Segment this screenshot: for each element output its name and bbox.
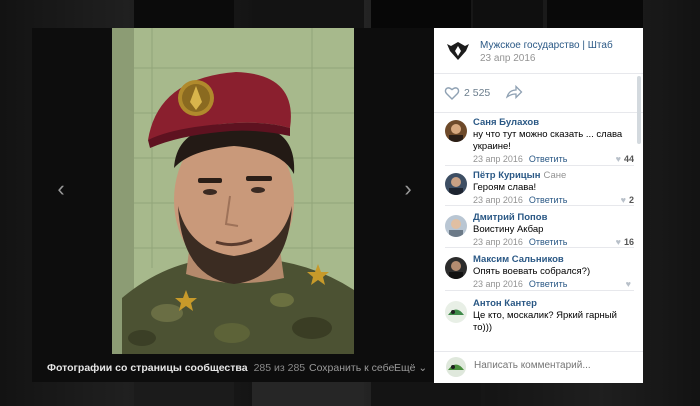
share-icon[interactable] — [505, 84, 523, 100]
comment-author-name[interactable]: Пётр Курицын — [473, 170, 541, 181]
user-photo-icon — [445, 173, 467, 195]
comment-like[interactable]: ♥ — [626, 279, 634, 289]
comment-meta: 23 апр 2016 Ответить — [473, 195, 567, 205]
comment-like-count: 2 — [628, 195, 634, 205]
comment-item: Саня Булахов ну что тут можно сказать ..… — [434, 117, 634, 164]
reply-link[interactable]: Ответить — [529, 195, 567, 205]
comment-divider — [445, 205, 634, 206]
avatar[interactable] — [445, 173, 467, 195]
avatar[interactable] — [445, 120, 467, 142]
photo-footer: Фотографии со страницы сообщества 285 из … — [32, 354, 434, 382]
comment-like[interactable]: ♥ 44 — [616, 154, 634, 164]
comment-like-count: 44 — [623, 154, 634, 164]
comment-date[interactable]: 23 апр 2016 — [473, 279, 523, 289]
comment-text: Це кто, москалик? Яркий гарный то))) — [473, 310, 617, 333]
chevron-right-icon[interactable]: › — [397, 178, 419, 200]
comment-item: Антон Кантер Це кто, москалик? Яркий гар… — [434, 298, 634, 348]
comment-text: ну что тут можно сказать ... слава украи… — [473, 129, 623, 152]
chevron-left-icon[interactable]: ‹ — [50, 178, 72, 200]
avatar[interactable] — [445, 301, 467, 323]
post-date[interactable]: 23 апр 2016 — [480, 53, 535, 64]
comment-meta: 23 апр 2016 Ответить — [473, 237, 567, 247]
comment-author[interactable]: Саня Булахов — [473, 117, 539, 128]
comment-text: Опять воевать собрался?) — [473, 266, 591, 277]
comment-date[interactable]: 23 апр 2016 — [473, 154, 523, 164]
group-avatar[interactable] — [445, 38, 471, 64]
comment-text: Воистину Акбар — [473, 224, 544, 235]
comment-divider — [445, 247, 634, 248]
comments-scrollbar[interactable] — [637, 76, 641, 144]
comment-like-count: 16 — [623, 237, 634, 247]
comment-like[interactable]: ♥ 16 — [616, 237, 634, 247]
likes-count[interactable]: 2 525 — [464, 87, 490, 99]
comment-input[interactable] — [474, 360, 634, 371]
user-photo-icon — [445, 215, 467, 237]
comment-divider — [445, 165, 634, 166]
user-photo-icon — [445, 120, 467, 142]
group-logo-icon — [447, 42, 469, 60]
avatar[interactable] — [445, 215, 467, 237]
comment-date[interactable]: 23 апр 2016 — [473, 195, 523, 205]
reply-link[interactable]: Ответить — [529, 237, 567, 247]
side-panel: Мужское государство | Штаб 23 апр 2016 2… — [434, 28, 643, 383]
reply-link[interactable]: Ответить — [529, 279, 567, 289]
user-photo-icon — [445, 301, 467, 323]
avatar[interactable] — [446, 357, 466, 377]
avatar[interactable] — [445, 257, 467, 279]
heart-icon[interactable] — [444, 85, 460, 101]
comments-list: Саня Булахов ну что тут можно сказать ..… — [434, 113, 634, 351]
reply-to-name[interactable]: Сане — [544, 170, 567, 181]
post-header: Мужское государство | Штаб 23 апр 2016 — [434, 28, 643, 74]
comment-form — [434, 351, 643, 383]
current-user-avatar-icon — [446, 357, 466, 377]
user-photo-icon — [445, 257, 467, 279]
photo-viewer: ‹ › Фотографии со страницы сообщества 28… — [32, 28, 643, 383]
comment-author[interactable]: Дмитрий Попов — [473, 212, 547, 223]
comment-text: Героям слава! — [473, 182, 537, 193]
comment-author-name[interactable]: Антон Кантер — [473, 298, 537, 309]
comment-author-name[interactable]: Максим Сальников — [473, 254, 564, 265]
photo-image — [112, 28, 354, 354]
heart-icon: ♥ — [625, 279, 631, 289]
comment-meta: 23 апр 2016 Ответить — [473, 279, 567, 289]
photo-counter: 285 из 285 — [253, 362, 306, 374]
more-menu-button[interactable]: Ещё ⌄ — [394, 362, 427, 374]
comment-date[interactable]: 23 апр 2016 — [473, 237, 523, 247]
comment-author-name[interactable]: Дмитрий Попов — [473, 212, 547, 223]
album-title[interactable]: Фотографии со страницы сообщества 285 из … — [47, 362, 305, 374]
comment-author[interactable]: Антон Кантер — [473, 298, 537, 309]
reply-link[interactable]: Ответить — [529, 154, 567, 164]
heart-icon: ♥ — [615, 154, 621, 164]
save-to-my-photos-link[interactable]: Сохранить к себе — [309, 362, 394, 374]
comment-item: Дмитрий Попов Воистину Акбар 23 апр 2016… — [434, 212, 634, 252]
photo[interactable] — [112, 28, 354, 354]
comment-like[interactable]: ♥ 2 — [621, 195, 634, 205]
comment-divider — [445, 290, 634, 291]
photo-area: ‹ › Фотографии со страницы сообщества 28… — [32, 28, 434, 382]
comment-item: Максим Сальников Опять воевать собрался?… — [434, 254, 634, 294]
album-title-text[interactable]: Фотографии со страницы сообщества — [47, 362, 248, 374]
comment-meta: 23 апр 2016 Ответить — [473, 154, 567, 164]
likes-bar: 2 525 — [434, 74, 643, 113]
group-name-link[interactable]: Мужское государство | Штаб — [480, 40, 613, 51]
heart-icon: ♥ — [620, 195, 626, 205]
comment-author-name[interactable]: Саня Булахов — [473, 117, 539, 128]
comment-author[interactable]: Максим Сальников — [473, 254, 564, 265]
heart-icon: ♥ — [615, 237, 621, 247]
comment-author[interactable]: Пётр Курицын Сане — [473, 170, 566, 181]
comment-item: Пётр Курицын Сане Героям слава! 23 апр 20… — [434, 170, 634, 210]
